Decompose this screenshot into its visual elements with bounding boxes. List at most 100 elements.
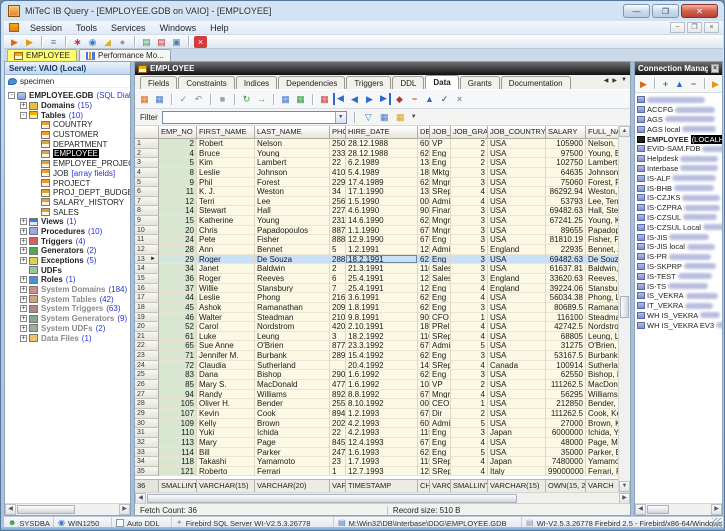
sweep-icon[interactable]: ◢ [101,36,114,48]
connect-icon[interactable]: ▶ [8,36,21,48]
connection-item-wh-is-vekra[interactable]: WH IS_VEKRA [635,311,722,321]
tab-data[interactable]: Data [425,75,458,89]
scroll-right-icon[interactable]: ▶ [711,504,722,515]
connection-item-interbase[interactable]: Interbase [635,164,722,174]
filter-icon[interactable]: ▽ [362,111,375,123]
mdi-minimize-button[interactable]: − [670,22,685,33]
table-row[interactable]: 13►29RogerDe Souza28818.2.1991623Eng3USA… [135,255,620,265]
nav-prior-icon[interactable]: ◀ [348,93,361,105]
table-row[interactable]: 611K. J.Weston3417.1.1990130SRep4USA8629… [135,187,620,197]
tab-grants[interactable]: Grants [460,76,500,89]
connection-item-is-test[interactable]: IS-TEST [635,271,722,281]
add-connection-icon[interactable]: + [659,78,672,90]
connection-item-is-alf[interactable]: IS-ALF [635,173,722,183]
scroll-thumb[interactable] [147,494,517,503]
tree-item-domains[interactable]: +Domains(15) [5,101,130,111]
connection-hscrollbar[interactable]: ◀ ▶ [635,503,722,515]
table-row[interactable]: 1637WillieStansbury725.4.1991120Eng4Engl… [135,284,620,294]
table-row[interactable]: 24BruceYoung23328.12.1988621Eng2USA97500… [135,149,620,159]
table-row[interactable]: 48LeslieJohnson4105.4.1989180Mktg3USA646… [135,168,620,178]
tab-list-icon[interactable]: ▼ [621,77,627,84]
session-tab-employee[interactable]: EMPLOYEE [7,49,77,61]
mdi-document-icon[interactable] [9,23,19,32]
mdi-close-button[interactable]: × [704,22,719,33]
table-row[interactable]: 35121RobertoFerrari112.7.1993125SRep4Ita… [135,467,620,477]
expand-icon[interactable]: + [20,296,27,303]
tree-item-system-generators[interactable]: +System Generators(9) [5,314,130,324]
columns-dropdown-icon[interactable]: ▼ [410,111,418,123]
refresh-icon[interactable]: ↻ [240,93,253,105]
tree-item-system-tables[interactable]: +System Tables(42) [5,294,130,304]
scroll-left-icon[interactable]: ◀ [635,504,646,515]
expand-icon[interactable]: + [20,305,27,312]
table-row[interactable]: 35KimLambert226.2.1989130Eng2USA102750La… [135,158,620,168]
column-header-first-name[interactable]: FIRST_NAME [197,126,255,139]
table-row[interactable]: 28105Oliver H.Bender2558.10.1992000CEO1U… [135,399,620,409]
menu-item-windows[interactable]: Windows [153,23,204,33]
tree-item-employee-project[interactable]: EMPLOYEE_PROJECT [5,159,130,169]
table-row[interactable]: 1744LesliePhong2163.6.1991623Eng4USA5603… [135,293,620,303]
tree-item-sales[interactable]: SALES [5,207,130,217]
table-row[interactable]: 1946WalterSteadman2109.8.1991900CFO1USA1… [135,313,620,323]
tab-documentation[interactable]: Documentation [501,76,571,89]
tree-item-roles[interactable]: +Roles(1) [5,275,130,285]
tree-item-generators[interactable]: +Generators(2) [5,246,130,256]
connection-item-ags-local[interactable]: AGS local [635,124,722,134]
fetch-all-icon[interactable]: ▦ [279,93,292,105]
table-row[interactable]: 1124PeteFisher88812.9.1990671Eng3USA8181… [135,235,620,245]
column-header-emp-no[interactable]: EMP_NO [159,126,197,139]
expand-icon[interactable]: + [20,286,27,293]
table-row[interactable]: 2794RandyWilliams8928.8.1992672Mngr4USA5… [135,390,620,400]
tree-item-job[interactable]: JOB[array fields] [5,169,130,179]
delete-record-icon[interactable]: − [408,93,421,105]
cancel-record-icon[interactable]: × [453,93,466,105]
column-visibility-icon[interactable]: ▦ [394,111,407,123]
table-row[interactable]: 2052CarolNordstrom4202.10.1991180PRel4US… [135,322,620,332]
column-header-last-name[interactable]: LAST_NAME [255,126,330,139]
tree-item-exceptions[interactable]: +Exceptions(5) [5,256,130,266]
maximize-button[interactable]: ❐ [652,4,679,18]
post-record-icon[interactable]: ✓ [438,93,451,105]
table-row[interactable]: 2583DanaBishop2901.6.1992621Eng3USA62550… [135,370,620,380]
filter-dropdown-icon[interactable]: ▼ [335,112,346,123]
tab-ddl[interactable]: DDL [392,76,424,89]
panel-close-icon[interactable]: × [711,64,719,73]
column-header-salary[interactable]: SALARY [546,126,586,139]
table-row[interactable]: 2685Mary S.MacDonald4771.6.1992100VP2USA… [135,380,620,390]
tree-item-udfs[interactable]: UDFs [5,265,130,275]
tree-item-project[interactable]: PROJECT [5,178,130,188]
connection-item-is-jis-local[interactable]: IS-JIS local [635,242,722,252]
connection-item-employee[interactable]: EMPLOYEE(LOCALHOST: [635,134,722,144]
export-grid-icon[interactable]: ▦ [138,93,151,105]
tree-item-views[interactable]: +Views(1) [5,217,130,227]
connection-item-wh-is-vekra-ev3[interactable]: WH IS_VEKRA EV3 [635,320,722,330]
session-tab-performance-mo[interactable]: Performance Mo... [79,49,171,61]
export-data-icon[interactable]: → [255,93,268,105]
collapse-icon[interactable]: - [20,112,27,119]
column-header-phone[interactable]: PHONE [330,126,346,139]
quick-connect-icon[interactable]: ▶ [709,78,722,90]
scroll-right-icon[interactable]: ▶ [619,493,630,504]
table-row[interactable]: 2161LukeLeung318.2.1992110SRep4USA68805L… [135,332,620,342]
connection-item-ags[interactable]: AGS [635,115,722,125]
column-header-hire-date[interactable]: HIRE_DATE [346,126,418,139]
connection-item-is-bhb[interactable]: IS-BHB [635,183,722,193]
remove-connection-icon[interactable]: − [687,78,700,90]
connection-item-is-czsul-local[interactable]: IS-CZSUL Local [635,222,722,232]
connection-item-hidden[interactable] [635,95,722,105]
connection-item-evid-sam-fdb[interactable]: EVID-SAM.FDB [635,144,722,154]
table-row[interactable]: 1434JanetBaldwin221.3.1991110Sales3USA61… [135,264,620,274]
minimize-button[interactable]: — [623,4,650,18]
menu-item-services[interactable]: Services [104,23,153,33]
table-row[interactable]: 32113MaryPage84512.4.1993671Eng4USA48000… [135,438,620,448]
scroll-left-icon[interactable]: ◀ [5,504,16,515]
connection-item-helpdesk[interactable]: Helpdesk [635,154,722,164]
filter-input[interactable]: ▼ [162,111,347,124]
tree-item-country[interactable]: COUNTRY [5,120,130,130]
connection-item-it-vekra[interactable]: IT_VEKRA [635,301,722,311]
table-row[interactable]: 30109KellyBrown2024.2.1993600Admin5USA27… [135,419,620,429]
scroll-down-icon[interactable]: ▼ [619,481,630,492]
commit-icon[interactable]: ✓ [177,93,190,105]
validate-database-icon[interactable]: ▤ [155,36,168,48]
connect-prompt-icon[interactable]: ▶ [23,36,36,48]
